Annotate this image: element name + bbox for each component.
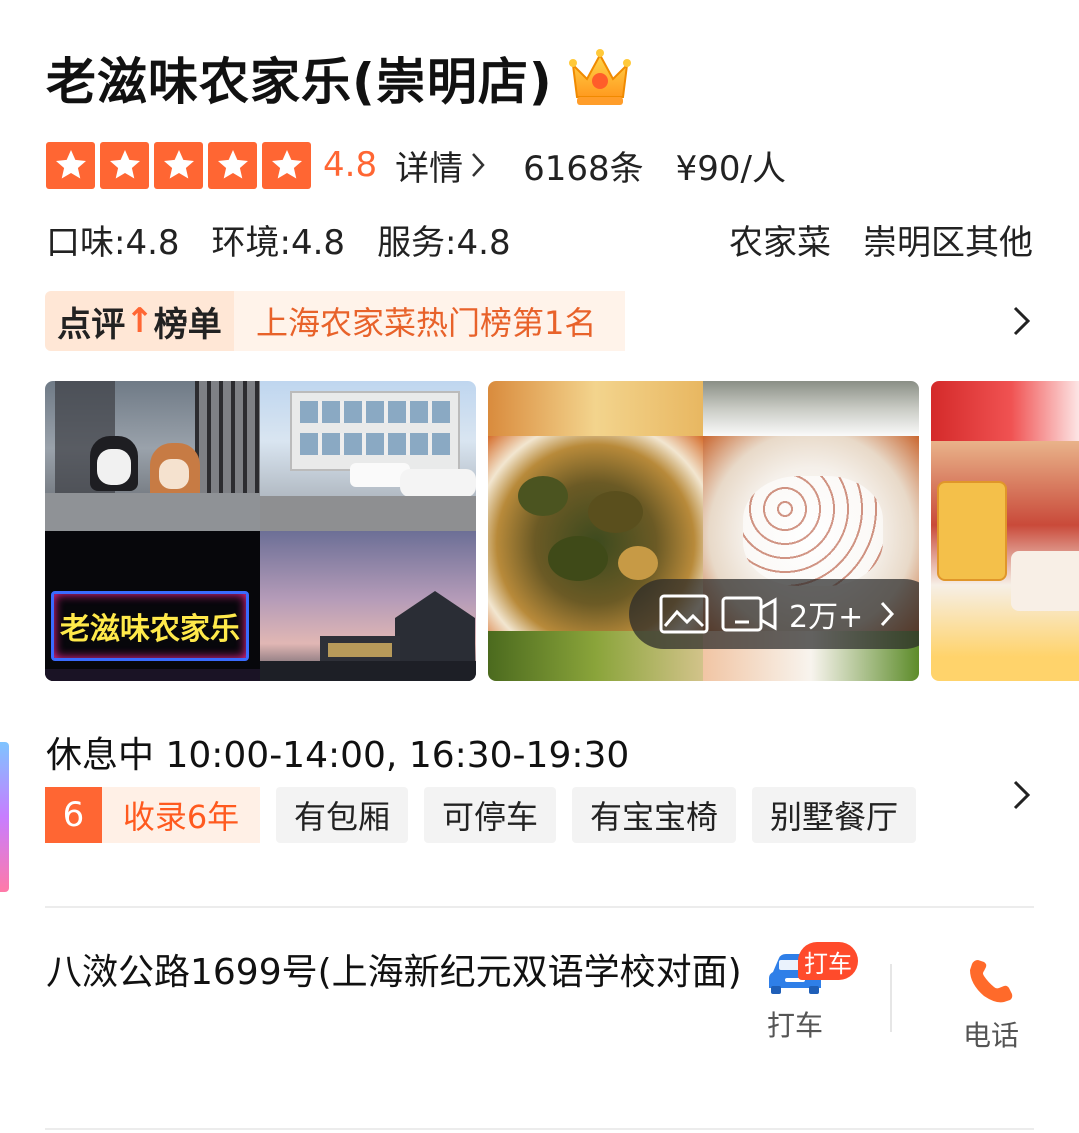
media-count: 2万+ bbox=[789, 600, 864, 635]
photo-chicken[interactable] bbox=[488, 381, 703, 436]
business-hours[interactable]: 休息中 10:00-14:00, 16:30-19:30 bbox=[46, 726, 629, 778]
photo-neon-sign[interactable]: 老滋味农家乐 bbox=[45, 531, 260, 681]
chevron-right-icon bbox=[881, 601, 895, 627]
video-icon bbox=[721, 596, 777, 632]
rating-score: 4.8 bbox=[323, 145, 378, 185]
subscore-row: 口味:4.8 环境:4.8 服务:4.8 农家菜 崇明区其他 bbox=[46, 214, 1033, 264]
star-icon bbox=[46, 141, 95, 189]
category-label[interactable]: 农家菜 bbox=[729, 215, 831, 264]
feature-tags[interactable]: 6 收录6年 有包厢 可停车 有宝宝椅 别墅餐厅 bbox=[45, 787, 917, 843]
years-badge: 6 收录6年 bbox=[45, 787, 260, 843]
photo-jar[interactable] bbox=[931, 441, 1079, 681]
ranking-tag: 点评 ↑ 榜单 bbox=[45, 291, 234, 351]
phone-icon bbox=[970, 960, 1013, 1003]
photo-album-dishes[interactable]: 2万+ bbox=[488, 381, 919, 681]
star-rating bbox=[46, 141, 311, 189]
title-row: 老滋味农家乐(崇明店) bbox=[46, 38, 633, 118]
taxi-badge: 打车 bbox=[798, 942, 858, 980]
rating-detail-label: 详情 bbox=[395, 148, 464, 189]
photo-gallery[interactable]: 老滋味农家乐 2万+ bbox=[45, 381, 1079, 681]
star-icon bbox=[100, 141, 149, 189]
side-indicator bbox=[0, 742, 9, 892]
rating-row: 4.8 详情 6168条 ¥90/人 bbox=[46, 140, 786, 190]
photo-dogs[interactable] bbox=[45, 381, 260, 531]
neon-sign: 老滋味农家乐 bbox=[51, 591, 249, 661]
years-badge-text: 收录6年 bbox=[102, 787, 260, 843]
area-label[interactable]: 崇明区其他 bbox=[863, 215, 1033, 264]
star-icon bbox=[154, 141, 203, 189]
ranking-text: 上海农家菜热门榜第1名 bbox=[234, 291, 625, 351]
years-badge-number: 6 bbox=[45, 787, 102, 843]
ranking-tag-suffix: 榜单 bbox=[153, 304, 222, 345]
environment-score: 环境:4.8 bbox=[211, 222, 346, 263]
chevron-right-icon bbox=[472, 153, 485, 177]
tag-villa-restaurant: 别墅餐厅 bbox=[752, 787, 917, 843]
photo-fish[interactable] bbox=[703, 381, 919, 436]
photo-album-more[interactable] bbox=[931, 381, 1079, 681]
bottom-divider bbox=[45, 1128, 1034, 1130]
image-icon bbox=[659, 594, 709, 634]
ranking-tag-prefix: 点评 bbox=[57, 304, 126, 345]
photo-album-storefront[interactable]: 老滋味农家乐 bbox=[45, 381, 476, 681]
ranking-up-icon: ↑ bbox=[125, 301, 154, 341]
phone-button[interactable]: 电话 bbox=[958, 956, 1024, 1056]
crown-icon bbox=[568, 49, 631, 105]
ranking-banner[interactable]: 点评 ↑ 榜单 上海农家菜热门榜第1名 bbox=[45, 291, 1033, 351]
tag-baby-chair: 有宝宝椅 bbox=[572, 787, 737, 843]
divider bbox=[45, 906, 1034, 908]
photo-dusk[interactable] bbox=[260, 531, 476, 681]
star-icon bbox=[208, 141, 257, 189]
chevron-right-icon bbox=[1013, 306, 1031, 336]
service-score: 服务:4.8 bbox=[377, 222, 511, 263]
tag-private-room: 有包厢 bbox=[276, 787, 409, 843]
chevron-right-icon[interactable] bbox=[1011, 778, 1033, 812]
photo-red-banner[interactable] bbox=[931, 381, 1079, 441]
photo-building[interactable] bbox=[260, 381, 476, 531]
review-count[interactable]: 6168条 bbox=[523, 141, 644, 190]
price-per-person: ¥90/人 bbox=[675, 148, 786, 189]
vertical-divider bbox=[890, 964, 892, 1032]
phone-label: 电话 bbox=[962, 1019, 1019, 1052]
tag-parking: 可停车 bbox=[424, 787, 557, 843]
taste-score: 口味:4.8 bbox=[46, 222, 180, 263]
star-icon bbox=[262, 141, 311, 189]
address-text[interactable]: 八滧公路1699号(上海新纪元双语学校对面) bbox=[46, 950, 746, 996]
media-count-pill[interactable]: 2万+ bbox=[629, 579, 919, 649]
taxi-label: 打车 bbox=[766, 1009, 823, 1042]
shop-title: 老滋味农家乐(崇明店) bbox=[46, 53, 553, 111]
rating-detail-link[interactable]: 详情 bbox=[395, 141, 487, 190]
